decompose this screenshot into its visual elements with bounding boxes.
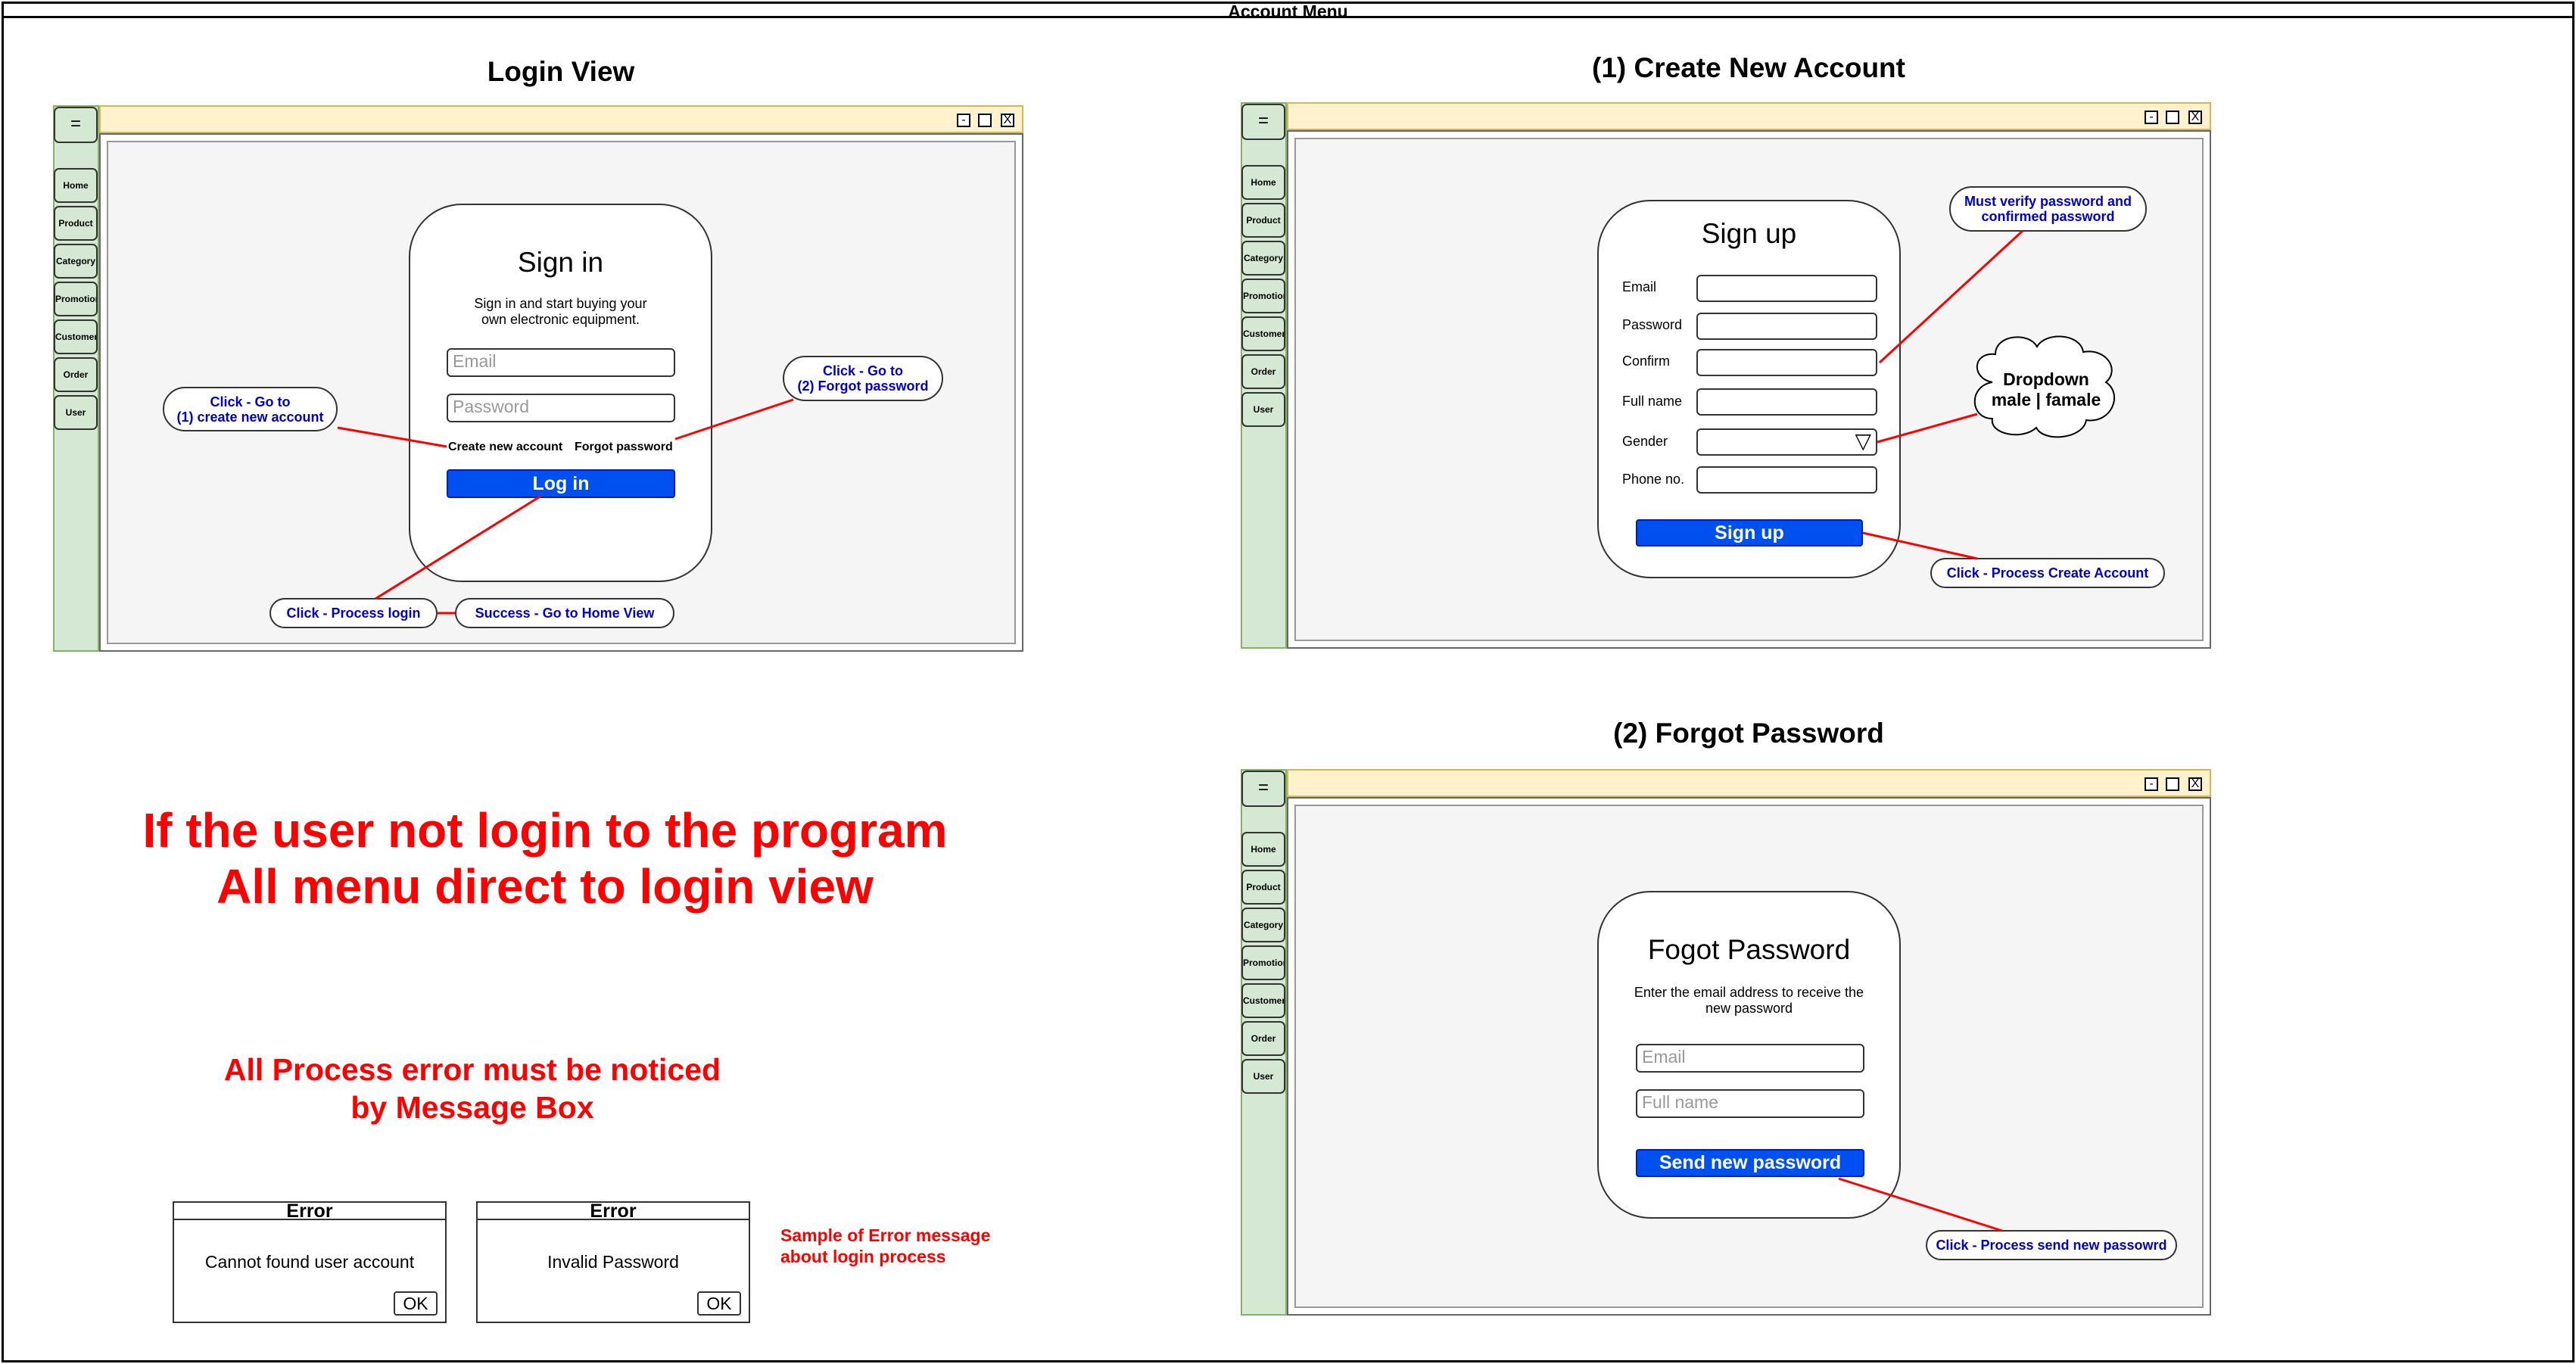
nav-item-promotion[interactable]: Promotion [54, 282, 98, 316]
close-button[interactable]: X [2188, 777, 2202, 791]
callout-verify-password: Must verify password and confirmed passw… [1949, 186, 2147, 232]
nav-item-customer[interactable]: Customer [54, 319, 98, 354]
nav-item-order[interactable]: Order [1241, 1021, 1285, 1056]
sign-in-subtitle: Sign in and start buying your own electr… [474, 296, 647, 327]
callout-forgot-password: Click - Go to (2) Forgot password [783, 356, 943, 401]
nav-item-product[interactable]: Product [1241, 870, 1285, 905]
callout-create-account: Click - Go to (1) create new account [163, 387, 338, 431]
window-titlebar: - X [1287, 102, 2211, 130]
forgot-password-subtitle: Enter the email address to receive the n… [1634, 985, 1864, 1016]
nav-item-category[interactable]: Category [54, 244, 98, 279]
message-box-text: Invalid Password [547, 1252, 679, 1272]
label-gender: Gender [1622, 434, 1668, 449]
note-sample-errors: Sample of Error message about login proc… [780, 1225, 991, 1266]
note-redirect-login: If the user not login to the program All… [142, 803, 948, 914]
message-box-title: Error [174, 1202, 445, 1221]
label-password: Password [1622, 317, 1683, 332]
message-box-text: Cannot found user account [204, 1252, 415, 1272]
nav-item-product[interactable]: Product [54, 206, 98, 241]
create-account-link[interactable]: Create new account [448, 441, 562, 454]
send-new-password-button[interactable]: Send new password [1636, 1149, 1864, 1177]
nav-item-order[interactable]: Order [1241, 354, 1285, 389]
nav-item-promotion[interactable]: Promotion [1241, 279, 1285, 313]
forgot-password-title: Fogot Password [1647, 934, 1851, 965]
gender-select[interactable]: ▽ [1696, 428, 1877, 456]
page-title: Account Menu [2, 2, 2574, 21]
login-view-title: Login View [487, 56, 635, 87]
label-phone: Phone no. [1622, 472, 1685, 487]
window-titlebar: - X [1287, 769, 2211, 797]
minimize-button[interactable]: - [2145, 777, 2158, 791]
menu-toggle-button[interactable]: = [1241, 771, 1285, 807]
note-process-errors: All Process error must be noticed by Mes… [223, 1052, 721, 1125]
message-box-title: Error [478, 1202, 749, 1221]
login-button[interactable]: Log in [447, 469, 675, 498]
forgot-password-view-title: (2) Forgot Password [1613, 718, 1884, 749]
label-confirm: Confirm [1622, 353, 1671, 369]
login-email-input[interactable]: Email [447, 348, 675, 377]
nav-item-user[interactable]: User [1241, 1059, 1285, 1094]
nav-item-home[interactable]: Home [54, 168, 98, 203]
signup-fullname-input[interactable] [1696, 388, 1877, 416]
menu-toggle-button[interactable]: = [1241, 104, 1285, 140]
error-message-box-password: Error Invalid Password OK [476, 1201, 750, 1323]
callout-dropdown-gender: Dropdown male | famale [1991, 369, 2101, 410]
nav-item-order[interactable]: Order [54, 357, 98, 392]
nav-item-user[interactable]: User [54, 395, 98, 430]
forgot-fullname-input[interactable]: Full name [1636, 1089, 1864, 1118]
forgot-email-input[interactable]: Email [1636, 1044, 1864, 1073]
minimize-button[interactable]: - [957, 114, 970, 127]
sign-in-title: Sign in [517, 247, 604, 278]
dropdown-arrow-icon: ▽ [1855, 429, 1871, 453]
signup-password-input[interactable] [1696, 313, 1877, 340]
close-button[interactable]: X [1001, 114, 1014, 127]
login-password-input[interactable]: Password [447, 394, 675, 422]
menu-toggle-button[interactable]: = [54, 107, 98, 143]
callout-process-login: Click - Process login [269, 598, 438, 628]
forgot-password-link[interactable]: Forgot password [575, 441, 673, 454]
sign-up-title: Sign up [1701, 218, 1797, 249]
close-button[interactable]: X [2188, 111, 2202, 124]
nav-item-category[interactable]: Category [1241, 241, 1285, 276]
nav-item-user[interactable]: User [1241, 392, 1285, 427]
nav-item-product[interactable]: Product [1241, 203, 1285, 238]
create-account-view-title: (1) Create New Account [1592, 52, 1905, 83]
signup-email-input[interactable] [1696, 275, 1877, 302]
signup-phone-input[interactable] [1696, 466, 1877, 494]
nav-item-category[interactable]: Category [1241, 908, 1285, 942]
ok-button[interactable]: OK [394, 1291, 438, 1316]
label-email: Email [1622, 279, 1657, 294]
nav-item-home[interactable]: Home [1241, 832, 1285, 867]
maximize-button[interactable] [2166, 777, 2179, 791]
label-full-name: Full name [1622, 394, 1683, 409]
nav-item-customer[interactable]: Customer [1241, 983, 1285, 1018]
error-message-box-account: Error Cannot found user account OK [173, 1201, 447, 1323]
nav-item-promotion[interactable]: Promotion [1241, 945, 1285, 980]
maximize-button[interactable] [2166, 111, 2179, 124]
callout-process-create: Click - Process Create Account [1930, 558, 2165, 588]
nav-item-customer[interactable]: Customer [1241, 316, 1285, 351]
maximize-button[interactable] [978, 114, 992, 127]
ok-button[interactable]: OK [697, 1291, 741, 1316]
minimize-button[interactable]: - [2145, 111, 2158, 124]
signup-confirm-input[interactable] [1696, 349, 1877, 376]
callout-success-home: Success - Go to Home View [455, 598, 674, 628]
sign-up-button[interactable]: Sign up [1636, 519, 1863, 547]
window-titlebar: - X [99, 105, 1023, 133]
callout-process-send-password: Click - Process send new passowrd [1926, 1230, 2177, 1260]
nav-item-home[interactable]: Home [1241, 165, 1285, 200]
sign-in-card: Sign in Sign in and start buying your ow… [409, 204, 712, 582]
